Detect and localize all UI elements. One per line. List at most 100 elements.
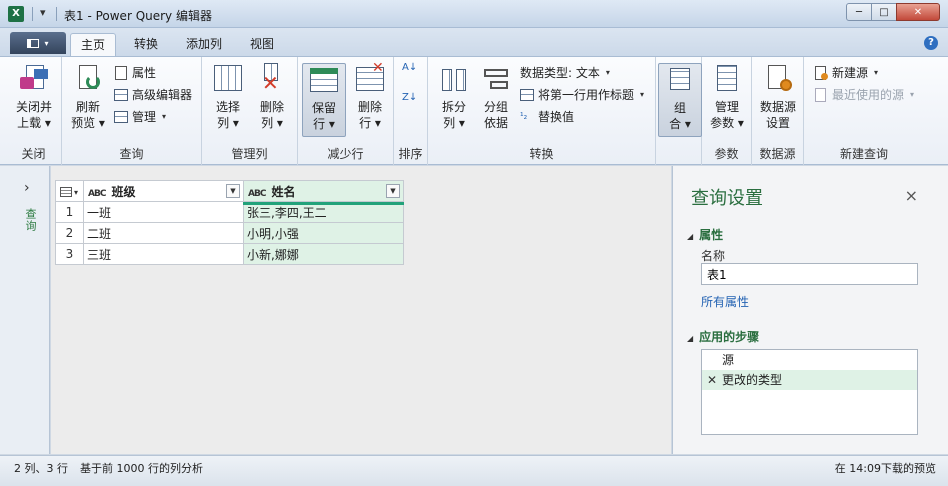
remove-columns-button[interactable]: ✕ 删除 列 ▾: [250, 63, 294, 137]
use-first-row-as-headers-button[interactable]: 将第一行用作标题 ▾: [520, 85, 644, 105]
properties-label: 属性: [132, 66, 157, 80]
row-number[interactable]: 2: [55, 222, 84, 244]
delete-step-icon[interactable]: ✕: [707, 370, 717, 390]
ribbon-group-new-query: 新建源 ▾ 最近使用的源 ▾ 新建查询: [804, 57, 924, 165]
sort-descending-button[interactable]: Z↓: [402, 87, 417, 109]
refresh-label-1: 刷新: [75, 100, 100, 114]
remove-columns-label-2: 列 ▾: [261, 116, 283, 130]
recent-sources-label: 最近使用的源: [832, 88, 905, 102]
chevron-down-icon: ▾: [605, 68, 610, 77]
data-source-settings-button[interactable]: 数据源 设置: [756, 63, 800, 137]
file-menu-button[interactable]: ▾: [10, 32, 66, 54]
split-column-button[interactable]: 拆分 列 ▾: [432, 63, 476, 137]
remove-columns-label-1: 删除: [259, 100, 284, 114]
text-type-icon[interactable]: ABC: [248, 189, 266, 199]
ribbon-group-sort: A↓ Z↓ 排序: [394, 57, 428, 165]
table-cell[interactable]: 小新,娜娜: [243, 243, 404, 265]
close-window-button[interactable]: ✕: [896, 3, 940, 21]
new-source-icon: [814, 66, 828, 80]
column-header-name[interactable]: ABC 姓名 ▼: [243, 180, 404, 205]
properties-button[interactable]: 属性: [114, 63, 156, 83]
chevron-down-icon: ▾: [44, 38, 49, 48]
applied-step-changed-type[interactable]: ✕ 更改的类型: [702, 370, 917, 390]
applied-step-source[interactable]: 源: [702, 350, 917, 370]
column-filter-button[interactable]: ▼: [226, 184, 240, 198]
quick-access-dropdown-icon[interactable]: ▾: [40, 6, 46, 19]
title-separator: [56, 7, 57, 21]
all-properties-link[interactable]: 所有属性: [701, 293, 749, 310]
choose-columns-icon: [212, 63, 244, 95]
keep-rows-button[interactable]: 保留 行 ▾: [302, 63, 346, 137]
data-type-dropdown[interactable]: 数据类型: 文本 ▾: [520, 63, 610, 83]
choose-columns-label-1: 选择: [215, 100, 240, 114]
manage-parameters-button[interactable]: 管理 参数 ▾: [705, 63, 749, 137]
help-icon[interactable]: ?: [924, 36, 938, 50]
tab-add-column[interactable]: 添加列: [176, 33, 232, 56]
status-profiling[interactable]: 基于前 1000 行的列分析: [80, 460, 203, 476]
column-filter-button[interactable]: ▼: [386, 184, 400, 198]
tab-view[interactable]: 视图: [240, 33, 284, 56]
applied-steps-section-header[interactable]: ◢ 应用的步骤: [687, 328, 759, 345]
text-type-icon[interactable]: ABC: [88, 189, 106, 199]
remove-columns-icon: ✕: [256, 63, 288, 95]
group-by-button[interactable]: 分组 依据: [474, 63, 518, 137]
advanced-editor-label: 高级编辑器: [132, 88, 193, 102]
group-label-parameters: 参数: [714, 147, 739, 161]
table-cell[interactable]: 一班: [83, 201, 244, 223]
expand-queries-icon[interactable]: ›: [24, 180, 30, 196]
tab-transform[interactable]: 转换: [124, 33, 168, 56]
close-and-load-button[interactable]: 关闭并 上载 ▾: [12, 63, 56, 137]
table-cell[interactable]: 二班: [83, 222, 244, 244]
queries-pane-label[interactable]: 查询: [22, 208, 38, 232]
queries-pane-collapsed: › 查询: [0, 166, 50, 454]
column-name: 姓名: [271, 184, 296, 199]
chevron-down-icon: ▾: [874, 68, 879, 77]
maximize-button[interactable]: □: [871, 3, 897, 21]
combine-button[interactable]: 组 合 ▾: [658, 63, 702, 137]
choose-columns-button[interactable]: 选择 列 ▾: [206, 63, 250, 137]
query-name-input[interactable]: [701, 263, 918, 285]
close-icon[interactable]: ×: [905, 186, 918, 205]
combine-label-2: 合 ▾: [669, 117, 691, 131]
data-preview-area: ▾ ABC 班级 ▼ ABC 姓名 ▼ 1 一班 张三,李四,王二 2 二班 小明,…: [51, 166, 671, 454]
window-controls: ─ □ ✕: [846, 3, 940, 21]
minimize-button[interactable]: ─: [846, 3, 872, 21]
split-column-label-2: 列 ▾: [443, 116, 465, 130]
close-load-label-2: 上载 ▾: [17, 116, 51, 130]
row-number[interactable]: 1: [55, 201, 84, 223]
ribbon-group-close: 关闭并 上载 ▾ 关闭: [6, 57, 62, 165]
collapse-triangle-icon: ◢: [687, 232, 694, 241]
properties-heading: 属性: [699, 228, 724, 242]
column-name: 班级: [111, 184, 136, 199]
properties-section-header[interactable]: ◢ 属性: [687, 226, 723, 243]
new-source-label: 新建源: [832, 66, 869, 80]
combine-label-1: 组: [673, 101, 686, 115]
refresh-preview-button[interactable]: 刷新 预览 ▾: [66, 63, 110, 137]
table-cell[interactable]: 小明,小强: [243, 222, 404, 244]
table-corner-menu[interactable]: ▾: [55, 180, 84, 202]
combine-icon: [664, 64, 696, 96]
remove-rows-button[interactable]: ✕ 删除 行 ▾: [348, 61, 392, 137]
group-by-icon: [480, 63, 512, 95]
group-label-query: 查询: [119, 147, 144, 161]
split-column-label-1: 拆分: [441, 100, 466, 114]
row-number[interactable]: 3: [55, 243, 84, 265]
excel-app-icon[interactable]: X: [8, 6, 24, 22]
step-label: 更改的类型: [722, 373, 783, 387]
tab-home[interactable]: 主页: [70, 33, 117, 56]
manage-button[interactable]: 管理 ▾: [114, 107, 166, 127]
file-menu-icon: [27, 38, 40, 48]
table-cell[interactable]: 三班: [83, 243, 244, 265]
data-grid: ▾ ABC 班级 ▼ ABC 姓名 ▼ 1 一班 张三,李四,王二 2 二班 小明,…: [55, 180, 404, 265]
new-source-dropdown[interactable]: 新建源 ▾: [814, 63, 878, 83]
sort-ascending-button[interactable]: A↓: [402, 63, 417, 85]
column-header-class[interactable]: ABC 班级 ▼: [83, 180, 244, 202]
query-settings-pane: 查询设置 × ◢ 属性 名称 所有属性 ◢ 应用的步骤 源 ✕ 更改的类型: [672, 166, 948, 454]
replace-values-label: 替换值: [538, 110, 575, 124]
properties-icon: [114, 66, 128, 80]
chevron-down-icon: ▾: [74, 188, 79, 197]
refresh-label-2: 预览 ▾: [71, 116, 105, 130]
replace-values-button[interactable]: ¹₂ 替换值: [520, 107, 574, 127]
recent-sources-dropdown[interactable]: 最近使用的源 ▾: [814, 85, 914, 105]
advanced-editor-button[interactable]: 高级编辑器: [114, 85, 192, 105]
